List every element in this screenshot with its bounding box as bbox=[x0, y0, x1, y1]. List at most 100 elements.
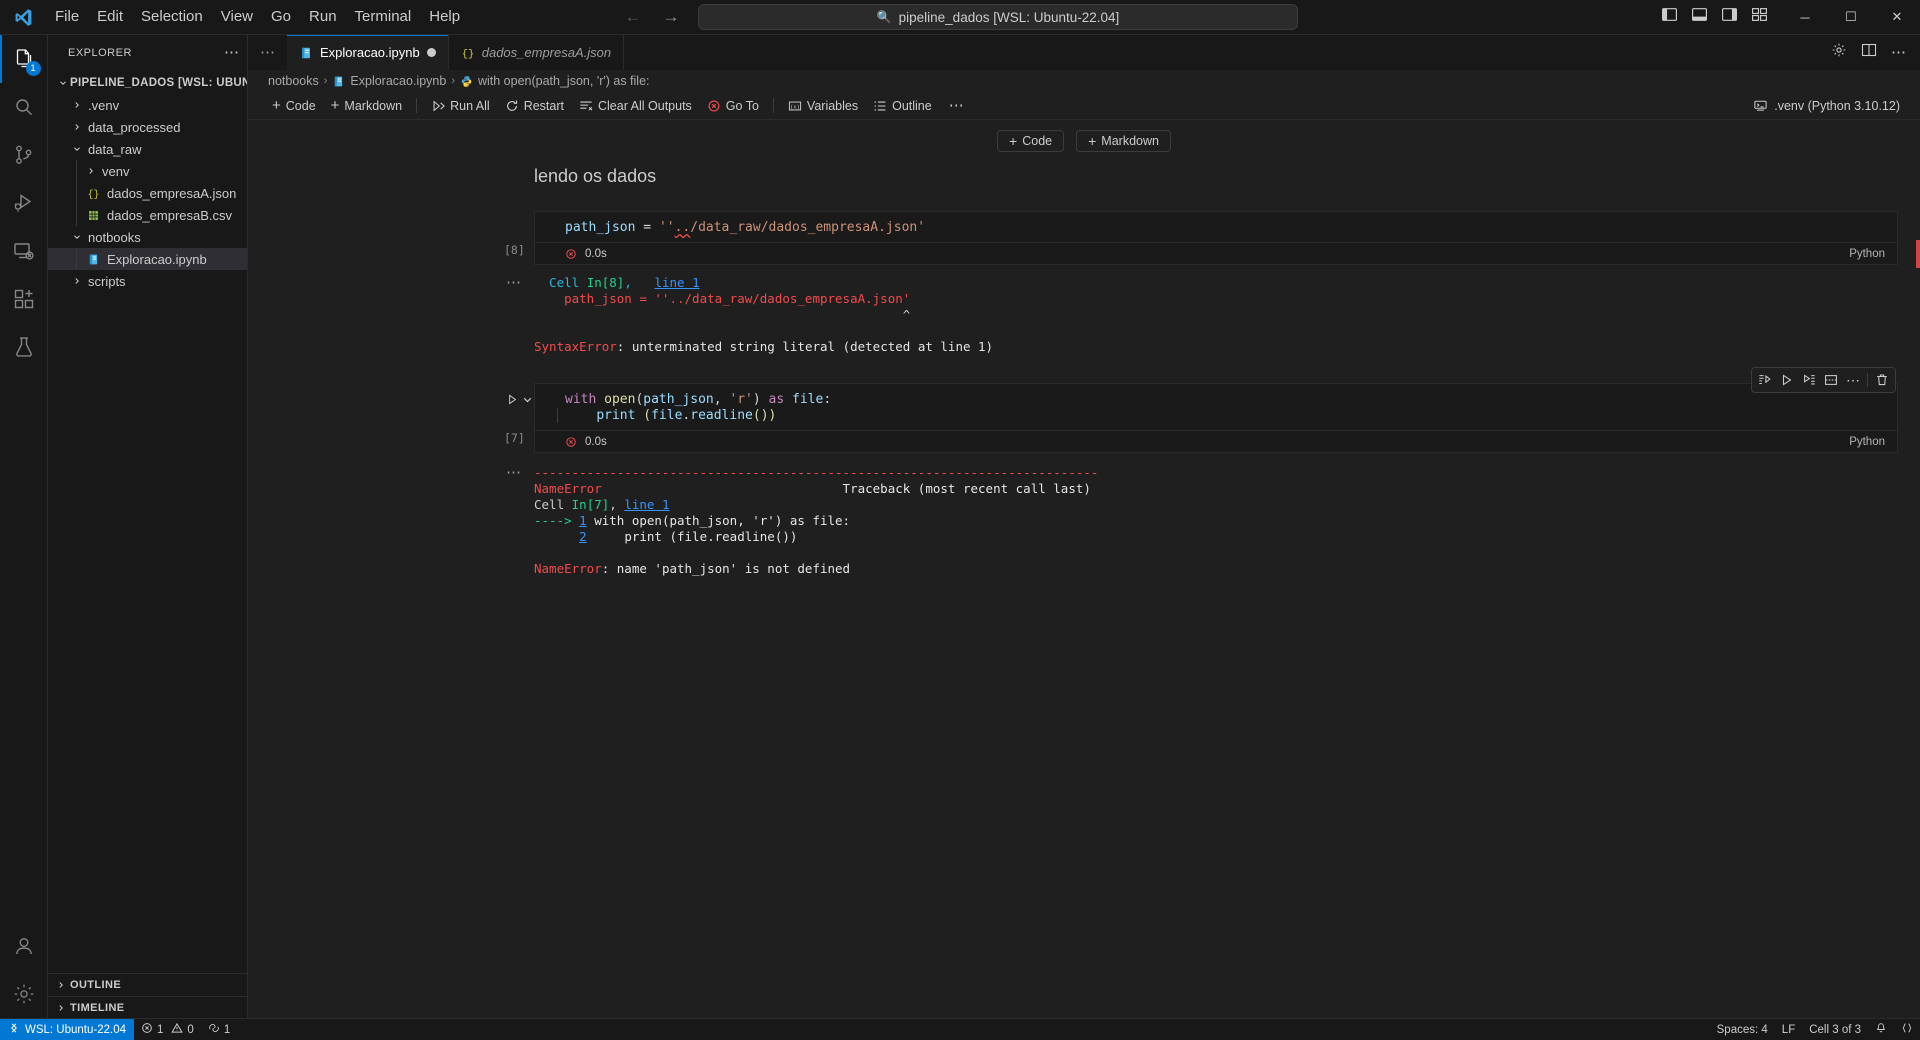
delete-cell-icon[interactable] bbox=[1871, 370, 1893, 390]
activitybar-item-source-control[interactable] bbox=[0, 131, 48, 179]
run-all-button[interactable]: Run All bbox=[425, 96, 496, 116]
menu-selection[interactable]: Selection bbox=[132, 4, 212, 30]
code-cell-2-run-button[interactable] bbox=[506, 393, 534, 406]
breadcrumb-item-symbol[interactable]: with open(path_json, 'r') as file: bbox=[478, 74, 650, 88]
menu-edit[interactable]: Edit bbox=[88, 4, 132, 30]
tree-label-dados-empresaA-json: dados_empresaA.json bbox=[107, 185, 237, 201]
sidebar-section-timeline[interactable]: TIMELINE bbox=[48, 996, 247, 1018]
code-cell-1-box[interactable]: path_json = ''../data_raw/dados_empresaA… bbox=[534, 211, 1898, 265]
arrow-right-icon[interactable]: → bbox=[660, 7, 682, 27]
status-ports-count: 1 bbox=[223, 1023, 231, 1036]
output-more-icon[interactable]: ⋯ bbox=[506, 465, 521, 480]
window-maximize-button[interactable]: ☐ bbox=[1828, 0, 1874, 35]
outline-button[interactable]: Outline bbox=[867, 96, 938, 116]
toggle-panel-icon[interactable] bbox=[1691, 6, 1708, 28]
status-remote-indicator[interactable]: WSL: Ubuntu-22.04 bbox=[0, 1018, 135, 1040]
more-actions-icon[interactable]: ⋯ bbox=[1842, 370, 1864, 390]
sidebar-section-outline[interactable]: OUTLINE bbox=[48, 974, 247, 996]
explorer-badge: 1 bbox=[25, 61, 41, 76]
insert-code-cell-button[interactable]: + Code bbox=[997, 130, 1065, 152]
tree-row-scripts[interactable]: scripts bbox=[48, 270, 247, 292]
tree-row-data-raw[interactable]: data_raw bbox=[48, 138, 247, 160]
chevron-right-icon bbox=[70, 276, 84, 286]
settings-gear-icon[interactable] bbox=[1831, 42, 1847, 63]
activitybar-item-accounts[interactable] bbox=[0, 922, 48, 970]
window-close-button[interactable]: ✕ bbox=[1874, 0, 1920, 35]
ellipsis-icon[interactable]: ⋯ bbox=[224, 45, 239, 60]
run-cell-icon[interactable] bbox=[1776, 370, 1798, 390]
code-cell-2[interactable]: ⋯ with open(path_json, 'r') as file: pri… bbox=[248, 367, 1920, 453]
tab-exploracao-ipynb[interactable]: Exploracao.ipynb bbox=[287, 35, 449, 70]
toolbar-more-icon[interactable]: ⋯ bbox=[941, 98, 972, 113]
scrollbar-error-marker[interactable] bbox=[1916, 240, 1920, 268]
menu-run[interactable]: Run bbox=[300, 4, 346, 30]
tree-row-notbooks[interactable]: notbooks bbox=[48, 226, 247, 248]
kernel-selector[interactable]: .venv (Python 3.10.12) bbox=[1745, 94, 1908, 118]
activitybar-item-manage[interactable] bbox=[0, 970, 48, 1018]
split-cell-icon[interactable] bbox=[1820, 370, 1842, 390]
markdown-cell[interactable]: lendo os dados bbox=[248, 160, 1920, 199]
status-cell-position[interactable]: Cell 3 of 3 bbox=[1802, 1019, 1868, 1040]
status-notifications[interactable] bbox=[1868, 1019, 1894, 1040]
editor-actions-ellipsis-icon[interactable]: ⋯ bbox=[1891, 45, 1906, 60]
restart-kernel-button[interactable]: Restart bbox=[499, 96, 570, 116]
code-cell-2-language[interactable]: Python bbox=[1849, 436, 1897, 448]
code-cell-1-language[interactable]: Python bbox=[1849, 248, 1897, 260]
menu-terminal[interactable]: Terminal bbox=[346, 4, 421, 30]
activitybar-item-run-and-debug[interactable] bbox=[0, 179, 48, 227]
command-center-text: pipeline_dados [WSL: Ubuntu-22.04] bbox=[898, 9, 1120, 25]
code-cell-2-box[interactable]: with open(path_json, 'r') as file: print… bbox=[534, 383, 1898, 453]
execute-above-icon[interactable] bbox=[1754, 370, 1776, 390]
status-brackets[interactable] bbox=[1894, 1019, 1920, 1040]
tab-dados-empresaA-json[interactable]: {} dados_empresaA.json bbox=[448, 35, 625, 70]
tree-row-venv[interactable]: .venv bbox=[48, 94, 247, 116]
add-code-cell-button[interactable]: + Code bbox=[266, 96, 322, 116]
activitybar-item-search[interactable] bbox=[0, 83, 48, 131]
menu-file[interactable]: File bbox=[46, 4, 88, 30]
svg-text:{}: {} bbox=[87, 188, 99, 199]
execute-below-icon[interactable] bbox=[1798, 370, 1820, 390]
breadcrumb-item-notbooks[interactable]: notbooks bbox=[268, 74, 319, 88]
insert-markdown-cell-button[interactable]: + Markdown bbox=[1076, 130, 1171, 152]
menu-view[interactable]: View bbox=[212, 4, 262, 30]
window-minimize-button[interactable]: ─ bbox=[1782, 0, 1828, 35]
code-cell-1[interactable]: path_json = ''../data_raw/dados_empresaA… bbox=[248, 211, 1920, 265]
status-problems[interactable]: 1 0 bbox=[134, 1019, 201, 1040]
tree-row-root[interactable]: PIPELINE_DADOS [WSL: UBUNTU-22.04] bbox=[48, 72, 247, 94]
command-center-search[interactable]: 🔍 pipeline_dados [WSL: Ubuntu-22.04] bbox=[698, 4, 1298, 30]
status-ports[interactable]: 1 bbox=[201, 1019, 237, 1040]
toggle-primary-sidebar-icon[interactable] bbox=[1661, 6, 1678, 28]
goto-button[interactable]: Go To bbox=[701, 96, 765, 116]
plus-icon: + bbox=[1088, 133, 1097, 149]
tabs-overflow-icon[interactable]: ⋯ bbox=[248, 35, 287, 70]
clear-all-outputs-button[interactable]: Clear All Outputs bbox=[573, 96, 698, 116]
breadcrumb-item-exploracao[interactable]: Exploracao.ipynb bbox=[350, 74, 446, 88]
add-markdown-label: Markdown bbox=[344, 98, 403, 113]
notebook-editor: + Code + Markdown lendo os dados path_js… bbox=[248, 120, 1920, 1018]
activitybar-item-explorer[interactable]: 1 bbox=[0, 35, 48, 83]
menu-help[interactable]: Help bbox=[420, 4, 469, 30]
arrow-left-icon[interactable]: ← bbox=[622, 7, 644, 27]
plus-icon: + bbox=[272, 97, 281, 114]
variables-button[interactable]: (x) Variables bbox=[782, 96, 864, 116]
activitybar-item-remote-explorer[interactable] bbox=[0, 227, 48, 275]
tab-dirty-indicator[interactable] bbox=[426, 48, 436, 57]
code-cell-1-source[interactable]: path_json = ''../data_raw/dados_empresaA… bbox=[535, 212, 1897, 242]
customize-layout-icon[interactable] bbox=[1751, 6, 1768, 28]
activitybar-item-testing[interactable] bbox=[0, 323, 48, 371]
activitybar-item-extensions[interactable] bbox=[0, 275, 48, 323]
tree-row-dados-empresaA-json[interactable]: {} dados_empresaA.json bbox=[48, 182, 247, 204]
tree-row-data-processed[interactable]: data_processed bbox=[48, 116, 247, 138]
toggle-secondary-sidebar-icon[interactable] bbox=[1721, 6, 1738, 28]
tree-row-venv-nested[interactable]: venv bbox=[48, 160, 247, 182]
tree-row-exploracao-ipynb[interactable]: Exploracao.ipynb bbox=[48, 248, 247, 270]
tree-row-dados-empresaB-csv[interactable]: dados_empresaB.csv bbox=[48, 204, 247, 226]
status-eol[interactable]: LF bbox=[1775, 1019, 1802, 1040]
split-editor-icon[interactable] bbox=[1861, 42, 1877, 63]
status-indentation[interactable]: Spaces: 4 bbox=[1710, 1019, 1775, 1040]
title-center-group: ← → 🔍 pipeline_dados [WSL: Ubuntu-22.04] bbox=[622, 4, 1298, 30]
add-markdown-cell-button[interactable]: + Markdown bbox=[325, 96, 408, 116]
code-cell-2-source[interactable]: with open(path_json, 'r') as file: print… bbox=[535, 384, 1897, 430]
menu-go[interactable]: Go bbox=[262, 4, 300, 30]
output-more-icon[interactable]: ⋯ bbox=[506, 275, 521, 290]
